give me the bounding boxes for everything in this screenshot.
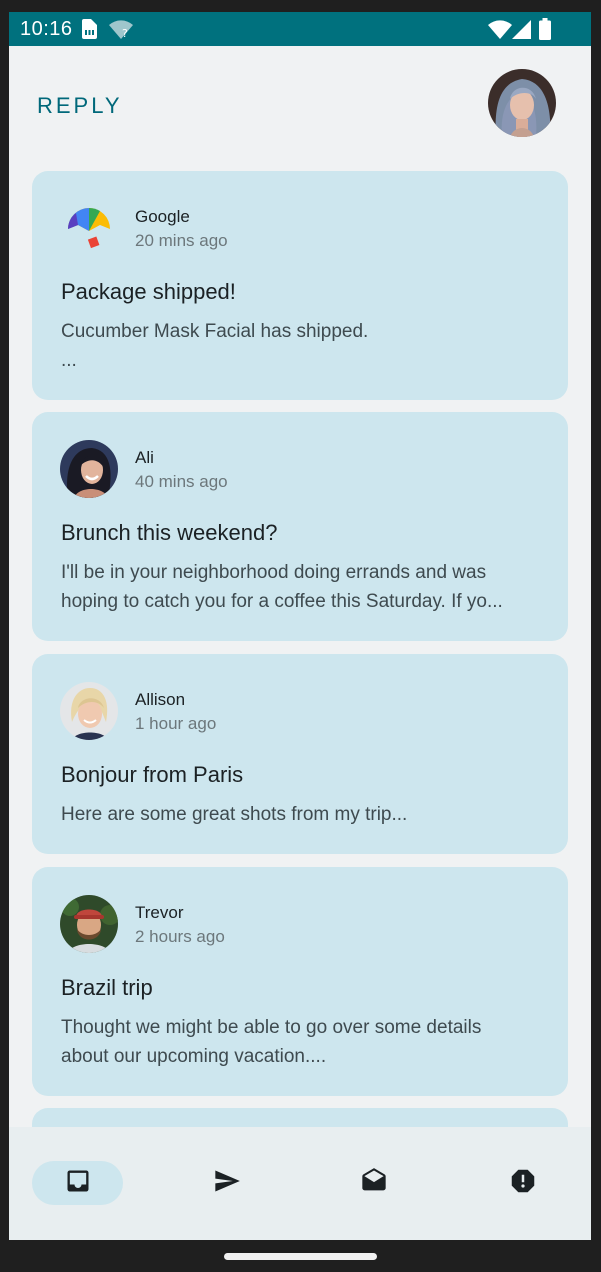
- email-time: 20 mins ago: [135, 231, 228, 250]
- app-title: REPLY: [37, 93, 123, 118]
- email-preview: Thought we might be able to go over some…: [61, 1013, 551, 1071]
- allison-avatar: [60, 682, 118, 740]
- email-preview: I'll be in your neighborhood doing erran…: [61, 558, 551, 616]
- spam-report-icon: [508, 1166, 538, 1201]
- app-bar: REPLY: [9, 46, 591, 161]
- sender-name: Allison: [135, 690, 186, 709]
- email-subject: Bonjour from Paris: [61, 762, 244, 787]
- preview-line: Thought we might be able to go over some…: [61, 1017, 482, 1038]
- preview-line: about our upcoming vacation....: [61, 1046, 327, 1067]
- email-time: 1 hour ago: [135, 714, 217, 733]
- wifi-icon: [488, 20, 512, 44]
- email-preview: Here are some great shots from my trip..…: [61, 800, 551, 829]
- sender-name: Trevor: [135, 903, 184, 922]
- email-subject: Package shipped!: [61, 279, 236, 304]
- trevor-avatar: [60, 895, 118, 953]
- ali-avatar: [60, 440, 118, 498]
- sender-name: Google: [135, 207, 190, 226]
- email-card[interactable]: Ali 40 mins ago Brunch this weekend? I'l…: [32, 412, 568, 641]
- wifi-question-icon: ?: [109, 20, 133, 45]
- preview-line: Cucumber Mask Facial has shipped.: [61, 321, 369, 342]
- nav-drafts[interactable]: [328, 1161, 419, 1205]
- email-subject: Brazil trip: [61, 975, 153, 1000]
- email-preview: Cucumber Mask Facial has shipped. ...: [61, 317, 551, 375]
- bottom-navigation: [9, 1127, 591, 1240]
- email-card[interactable]: Trevor 2 hours ago Brazil trip Thought w…: [32, 867, 568, 1096]
- send-icon: [212, 1167, 242, 1200]
- preview-line: ...: [61, 350, 77, 371]
- profile-avatar[interactable]: [488, 69, 556, 137]
- cell-signal-icon: [512, 20, 531, 44]
- inbox-icon: [64, 1167, 92, 1200]
- preview-line: hoping to catch you for a coffee this Sa…: [61, 591, 503, 612]
- email-subject: Brunch this weekend?: [61, 520, 278, 545]
- google-express-logo-icon: [60, 199, 118, 257]
- nav-inbox[interactable]: [32, 1161, 123, 1205]
- preview-line: I'll be in your neighborhood doing erran…: [61, 562, 487, 583]
- nav-sent[interactable]: [181, 1161, 272, 1205]
- drafts-icon: [359, 1167, 389, 1200]
- preview-line: Here are some great shots from my trip..…: [61, 804, 408, 825]
- nav-spam[interactable]: [477, 1161, 568, 1205]
- email-time: 40 mins ago: [135, 472, 228, 491]
- email-card[interactable]: Google 20 mins ago Package shipped! Cucu…: [32, 171, 568, 400]
- sender-name: Ali: [135, 448, 154, 467]
- battery-icon: [539, 18, 551, 45]
- sim-card-icon: [81, 19, 97, 44]
- status-bar: 10:16 ?: [9, 12, 591, 46]
- svg-text:?: ?: [122, 27, 128, 40]
- email-time: 2 hours ago: [135, 927, 225, 946]
- phone-screen: 10:16 ? REPLY Google 20 mins ago Package…: [9, 12, 591, 1240]
- status-time: 10:16: [20, 18, 73, 40]
- email-card[interactable]: Allison 1 hour ago Bonjour from Paris He…: [32, 654, 568, 854]
- gesture-navigation-bar[interactable]: [224, 1253, 377, 1260]
